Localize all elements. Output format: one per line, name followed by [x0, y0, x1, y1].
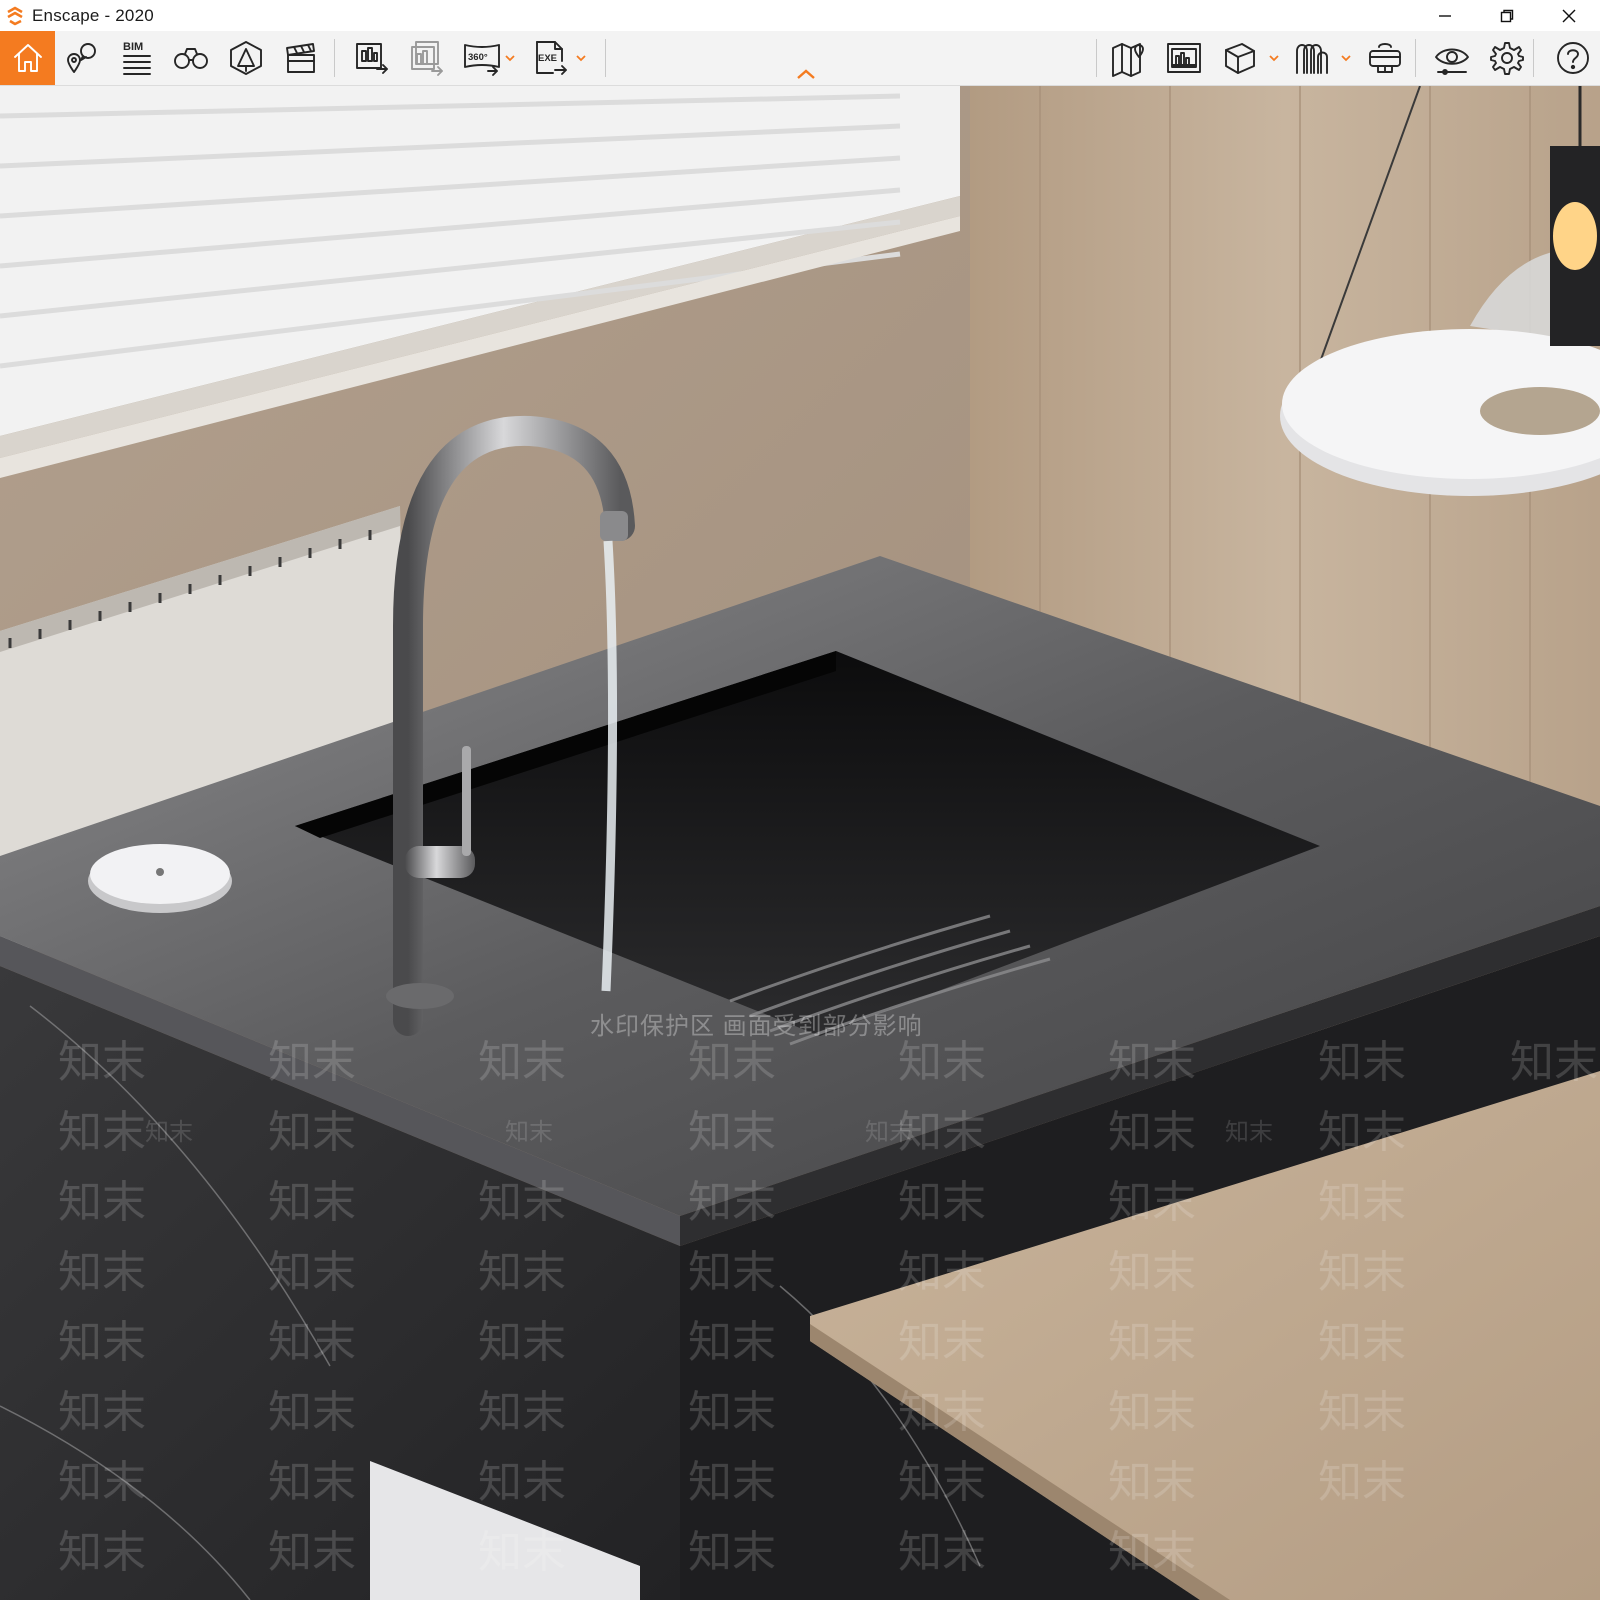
bim-label: BIM: [123, 41, 143, 53]
chevron-down-icon: [576, 55, 586, 62]
help-icon: [1557, 42, 1589, 74]
enscape-logo-icon: [4, 5, 26, 27]
home-button[interactable]: [0, 31, 55, 85]
close-button[interactable]: [1538, 0, 1600, 31]
home-icon: [13, 44, 42, 72]
panorama-icon: 360°: [464, 44, 500, 76]
settings-button[interactable]: [1482, 31, 1532, 85]
export-file-icon: EXE: [536, 41, 567, 75]
atmosphere-button[interactable]: [221, 31, 271, 85]
materials-button[interactable]: [1287, 31, 1337, 85]
video-editor-button[interactable]: [276, 31, 326, 85]
panorama-dropdown[interactable]: [501, 31, 519, 85]
toolbar-separator: [1533, 39, 1534, 77]
chevron-down-icon: [1269, 55, 1279, 62]
render-export-icon: [356, 43, 388, 74]
image-preview-icon: [1167, 43, 1201, 73]
views-button[interactable]: [57, 31, 107, 85]
material-icon: [1296, 44, 1328, 74]
minimize-button[interactable]: [1414, 0, 1476, 31]
main-toolbar: BIM 360° EXE: [0, 31, 1600, 86]
render-export-button[interactable]: [347, 31, 397, 85]
map-pin-icon: [1112, 43, 1144, 77]
materials-dropdown[interactable]: [1337, 31, 1355, 85]
collapse-toolbar-button[interactable]: [794, 31, 818, 85]
asset-library-button[interactable]: [1214, 31, 1264, 85]
location-bubble-icon: [67, 43, 96, 73]
window-title: Enscape - 2020: [32, 5, 154, 25]
bim-button[interactable]: BIM: [111, 31, 161, 85]
toolbar-separator: [1096, 39, 1097, 77]
render-scene: [0, 86, 1600, 1600]
export-dropdown[interactable]: [572, 31, 590, 85]
image-preview-button[interactable]: [1159, 31, 1209, 85]
chevron-down-icon: [1341, 55, 1351, 62]
panorama-button[interactable]: 360°: [457, 31, 507, 85]
vr-headset-icon: [1369, 43, 1401, 73]
restore-icon: [1500, 9, 1514, 22]
visual-settings-button[interactable]: [1427, 31, 1477, 85]
close-icon: [1562, 9, 1576, 22]
restore-button[interactable]: [1476, 0, 1538, 31]
minimize-icon: [1439, 14, 1451, 17]
clapperboard-icon: [286, 43, 315, 73]
vr-headset-button[interactable]: [1360, 31, 1410, 85]
toolbar-separator: [605, 39, 606, 77]
chevron-down-icon: [505, 55, 515, 62]
binoculars-icon: [174, 48, 208, 69]
title-bar: Enscape - 2020: [0, 0, 1600, 31]
atmosphere-icon: [230, 41, 262, 75]
batch-render-button[interactable]: [402, 31, 452, 85]
eye-settings-icon: [1435, 48, 1469, 75]
cube-icon: [1225, 43, 1255, 74]
toolbar-separator: [334, 39, 335, 77]
export-exe-button[interactable]: EXE: [525, 31, 575, 85]
map-button[interactable]: [1104, 31, 1154, 85]
toolbar-separator: [1415, 39, 1416, 77]
watermark-notice: 水印保护区 画面受到部分影响: [590, 1013, 923, 1040]
bim-list-icon: BIM: [123, 41, 151, 75]
window-controls: [1414, 0, 1600, 31]
asset-dropdown[interactable]: [1265, 31, 1283, 85]
binoculars-button[interactable]: [166, 31, 216, 85]
gear-icon: [1490, 42, 1524, 75]
render-viewport[interactable]: 水印保护区 画面受到部分影响 知末 知末 知末 知末 知末 知末 知末 知末 知…: [0, 86, 1600, 1600]
export-badge: EXE: [538, 53, 557, 64]
help-button[interactable]: [1548, 31, 1598, 85]
batch-render-icon: [411, 41, 443, 76]
panorama-badge: 360°: [468, 52, 488, 63]
chevron-up-icon: [797, 69, 815, 79]
